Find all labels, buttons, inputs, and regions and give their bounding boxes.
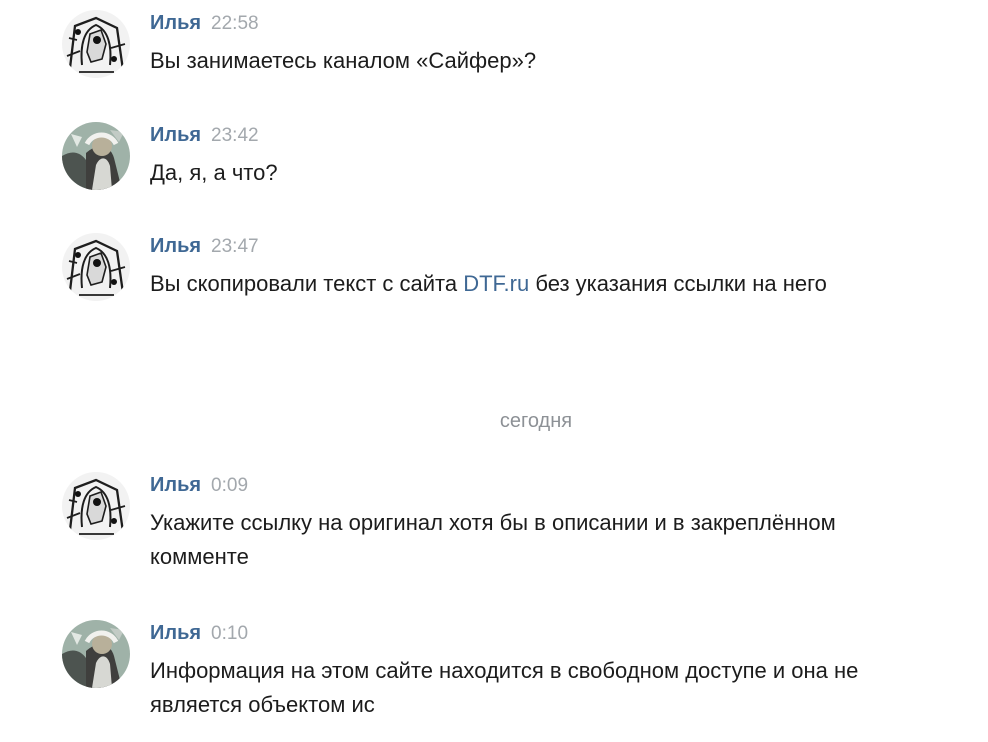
message-text-after-link: без указания ссылки на него	[529, 271, 827, 296]
message-content: Илья 22:58 Вы занимаетесь каналом «Сайфер…	[150, 10, 920, 78]
message-time: 0:10	[211, 623, 249, 644]
sketch-avatar-icon	[62, 10, 130, 78]
message-content: Илья 23:47 Вы скопировали текст с сайта D…	[150, 233, 920, 301]
message-header: Илья 23:42	[150, 122, 920, 148]
message-time: 23:42	[211, 125, 259, 146]
photo-avatar-icon	[62, 620, 130, 688]
dtf-link[interactable]: DTF.ru	[463, 271, 529, 296]
author-name[interactable]: Илья	[150, 12, 201, 34]
avatar[interactable]	[62, 620, 130, 688]
avatar[interactable]	[62, 122, 130, 190]
message-header: Илья 22:58	[150, 10, 920, 36]
message-text: Информация на этом сайте находится в сво…	[150, 658, 859, 717]
avatar[interactable]	[62, 472, 130, 540]
message-time: 0:09	[211, 475, 249, 496]
message-header: Илья 0:09	[150, 472, 920, 498]
message-content: Илья 0:10 Информация на этом сайте находи…	[150, 620, 920, 722]
message-header: Илья 23:47	[150, 233, 920, 259]
message-content: Илья 23:42 Да, я, а что?	[150, 122, 920, 190]
message-time: 23:47	[211, 236, 259, 257]
message-text: Вы занимаетесь каналом «Сайфер»?	[150, 48, 537, 73]
message-text: Вы скопировали текст с сайта DTF.ru без …	[150, 267, 920, 301]
avatar[interactable]	[62, 10, 130, 78]
sketch-avatar-icon	[62, 472, 130, 540]
message-text: Да, я, а что?	[150, 160, 278, 185]
author-name[interactable]: Илья	[150, 622, 201, 644]
message-text: Укажите ссылку на оригинал хотя бы в опи…	[150, 510, 836, 569]
avatar[interactable]	[62, 233, 130, 301]
message-text-before-link: Вы скопировали текст с сайта	[150, 271, 464, 296]
message-header: Илья 0:10	[150, 620, 920, 646]
author-name[interactable]: Илья	[150, 124, 201, 146]
date-separator: сегодня	[499, 410, 573, 432]
author-name[interactable]: Илья	[150, 235, 201, 257]
chat-history: Илья 22:58 Вы занимаетесь каналом «Сайфер…	[0, 0, 988, 742]
sketch-avatar-icon	[62, 233, 130, 301]
author-name[interactable]: Илья	[150, 474, 201, 496]
photo-avatar-icon	[62, 122, 130, 190]
message-time: 22:58	[211, 13, 259, 34]
message-content: Илья 0:09 Укажите ссылку на оригинал хотя…	[150, 472, 920, 574]
